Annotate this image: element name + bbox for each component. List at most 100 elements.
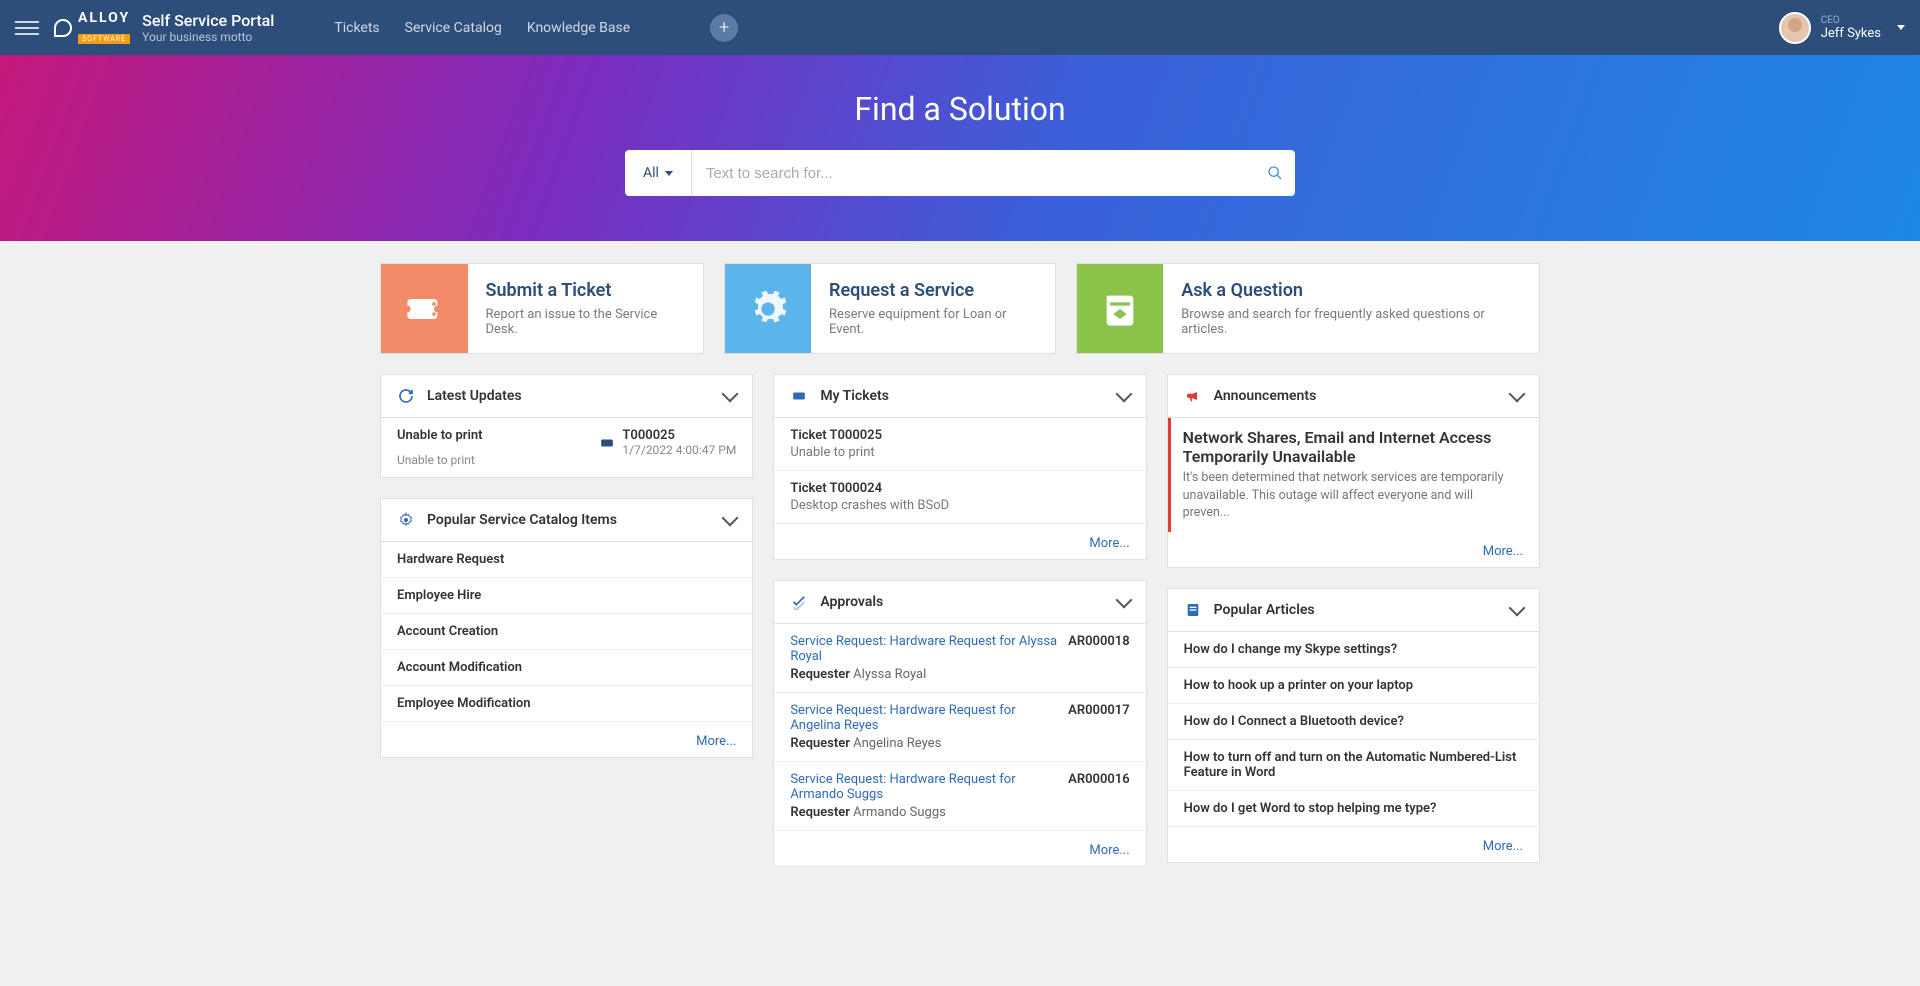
article-item[interactable]: How do I Connect a Bluetooth device? (1168, 704, 1539, 740)
ticket-item[interactable]: Ticket T000025 Unable to print (774, 418, 1145, 471)
catalog-item[interactable]: Employee Hire (381, 578, 752, 614)
top-nav: Tickets Service Catalog Knowledge Base (334, 20, 630, 36)
widget-title: My Tickets (820, 388, 1117, 404)
latest-update-item[interactable]: Unable to print Unable to print T000025 … (381, 418, 752, 477)
widget-row: Latest Updates Unable to print Unable to… (380, 374, 1540, 867)
user-menu[interactable]: CEO Jeff Sykes (1779, 12, 1905, 44)
logo-mark: ALLOY SOFTWARE (54, 10, 130, 45)
menu-icon[interactable] (15, 16, 39, 40)
more-link[interactable]: More... (1483, 839, 1523, 854)
more-link[interactable]: More... (1089, 536, 1129, 551)
article-item[interactable]: How to turn off and turn on the Automati… (1168, 740, 1539, 791)
ticket-desc: Desktop crashes with BSoD (790, 498, 1129, 513)
article-item[interactable]: How do I get Word to stop helping me typ… (1168, 791, 1539, 827)
approval-link: Service Request: Hardware Request for Al… (790, 634, 1057, 664)
widget-title: Popular Service Catalog Items (427, 512, 724, 528)
chevron-down-icon (722, 386, 739, 403)
search-filter-label: All (643, 165, 659, 181)
ticket-icon (381, 264, 468, 353)
col-3: Announcements Network Shares, Email and … (1167, 374, 1540, 867)
approval-link: Service Request: Hardware Request for Ar… (790, 772, 1015, 802)
approval-link: Service Request: Hardware Request for An… (790, 703, 1015, 733)
widget-header[interactable]: Popular Articles (1168, 589, 1539, 632)
widget-header[interactable]: Popular Service Catalog Items (381, 499, 752, 542)
avatar (1779, 12, 1811, 44)
article-item[interactable]: How to hook up a printer on your laptop (1168, 668, 1539, 704)
widget-header[interactable]: Approvals (774, 581, 1145, 624)
announcements-widget: Announcements Network Shares, Email and … (1167, 374, 1540, 568)
widget-title: Approvals (820, 594, 1117, 610)
action-title: Submit a Ticket (486, 280, 685, 301)
requester-label: Requester (790, 736, 850, 751)
my-tickets-widget: My Tickets Ticket T000025 Unable to prin… (773, 374, 1146, 560)
approval-item[interactable]: Service Request: Hardware Request for Ar… (774, 762, 1145, 831)
lu-title: Unable to print (397, 428, 592, 443)
announcement-title: Network Shares, Email and Internet Acces… (1183, 428, 1523, 466)
search-input[interactable] (692, 165, 1255, 182)
action-desc: Browse and search for frequently asked q… (1181, 307, 1521, 337)
request-service-card[interactable]: Request a Service Reserve equipment for … (724, 263, 1056, 354)
ticket-item[interactable]: Ticket T000024 Desktop crashes with BSoD (774, 471, 1145, 524)
ticket-title: Ticket T000025 (790, 428, 1129, 443)
search-filter[interactable]: All (625, 150, 692, 196)
col-1: Latest Updates Unable to print Unable to… (380, 374, 753, 867)
action-row: Submit a Ticket Report an issue to the S… (380, 263, 1540, 354)
nav-service-catalog[interactable]: Service Catalog (405, 20, 502, 36)
more-link[interactable]: More... (696, 734, 736, 749)
more-link[interactable]: More... (1089, 843, 1129, 858)
approval-item[interactable]: Service Request: Hardware Request for An… (774, 693, 1145, 762)
ticket-icon (790, 387, 808, 405)
widget-header[interactable]: Latest Updates (381, 375, 752, 418)
top-header: ALLOY SOFTWARE Self Service Portal Your … (0, 0, 1920, 55)
catalog-item[interactable]: Hardware Request (381, 542, 752, 578)
more-link[interactable]: More... (1483, 544, 1523, 559)
approvals-widget: Approvals Service Request: Hardware Requ… (773, 580, 1146, 867)
lu-id: T000025 (622, 428, 736, 443)
portal-motto: Your business motto (142, 30, 274, 44)
requester-label: Requester (790, 667, 850, 682)
nav-knowledge-base[interactable]: Knowledge Base (527, 20, 630, 36)
catalog-item[interactable]: Account Creation (381, 614, 752, 650)
bullhorn-icon (1184, 387, 1202, 405)
col-2: My Tickets Ticket T000025 Unable to prin… (773, 374, 1146, 867)
lu-desc: Unable to print (397, 453, 592, 467)
user-name: Jeff Sykes (1821, 26, 1881, 41)
logo-block[interactable]: ALLOY SOFTWARE Self Service Portal Your … (54, 10, 274, 45)
article-icon (1184, 601, 1202, 619)
chevron-down-icon (1508, 386, 1525, 403)
widget-title: Popular Articles (1214, 602, 1511, 618)
article-item[interactable]: How do I change my Skype settings? (1168, 632, 1539, 668)
approval-item[interactable]: Service Request: Hardware Request for Al… (774, 624, 1145, 693)
catalog-item[interactable]: Employee Modification (381, 686, 752, 722)
check-icon (790, 593, 808, 611)
search-icon[interactable] (1255, 165, 1295, 181)
popular-catalog-widget: Popular Service Catalog Items Hardware R… (380, 498, 753, 758)
ticket-icon (592, 428, 622, 450)
portal-title: Self Service Portal (142, 11, 274, 30)
action-title: Ask a Question (1181, 280, 1521, 301)
chevron-down-icon (1897, 25, 1905, 30)
catalog-item[interactable]: Account Modification (381, 650, 752, 686)
nav-tickets[interactable]: Tickets (334, 20, 379, 36)
announcement-body: It's been determined that network servic… (1183, 469, 1523, 522)
user-role: CEO (1821, 15, 1881, 26)
chevron-down-icon (1508, 599, 1525, 616)
hero: Find a Solution All (0, 55, 1920, 241)
widget-header[interactable]: Announcements (1168, 375, 1539, 418)
widget-title: Latest Updates (427, 388, 724, 404)
approval-id: AR000017 (1068, 703, 1130, 718)
book-icon (1077, 264, 1164, 353)
approval-id: AR000018 (1068, 634, 1130, 649)
requester-label: Requester (790, 805, 850, 820)
content: Submit a Ticket Report an issue to the S… (380, 241, 1540, 907)
ticket-title: Ticket T000024 (790, 481, 1129, 496)
action-desc: Report an issue to the Service Desk. (486, 307, 685, 337)
announcement-item[interactable]: Network Shares, Email and Internet Acces… (1168, 418, 1539, 532)
logo-icon (54, 19, 72, 37)
title-block: Self Service Portal Your business motto (142, 11, 274, 44)
widget-header[interactable]: My Tickets (774, 375, 1145, 418)
add-button[interactable]: + (710, 14, 738, 42)
submit-ticket-card[interactable]: Submit a Ticket Report an issue to the S… (380, 263, 704, 354)
logo-text: ALLOY (78, 10, 130, 26)
ask-question-card[interactable]: Ask a Question Browse and search for fre… (1076, 263, 1540, 354)
